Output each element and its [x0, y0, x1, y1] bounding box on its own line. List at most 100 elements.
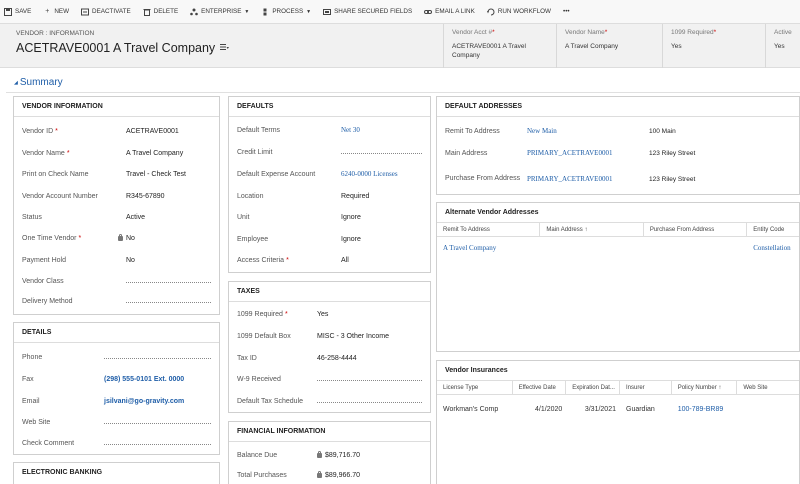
header-field-vendor-acct: Vendor Acct #* ACETRAVE0001 A Travel Com…	[443, 24, 555, 68]
column-web-site[interactable]: Web Site	[737, 381, 799, 395]
deactivate-button[interactable]: DEACTIVATE	[81, 8, 131, 16]
required-marker: *	[78, 234, 82, 242]
trash-icon	[143, 8, 151, 16]
summary-section-toggle[interactable]: ◢ Summary	[14, 77, 63, 88]
run-workflow-button[interactable]: RUN WORKFLOW	[486, 8, 551, 16]
electronic-banking-panel: ELECTRONIC BANKING	[13, 462, 220, 484]
column-main-address[interactable]: Main Address ↑	[540, 222, 644, 237]
required-marker: *	[286, 256, 289, 264]
required-marker: *	[713, 29, 717, 36]
share-icon	[323, 8, 332, 16]
empty-value[interactable]	[126, 281, 211, 283]
grid-header: License Type Effective Date Expiration D…	[437, 380, 799, 395]
share-secured-fields-button[interactable]: SHARE SECURED FIELDS	[323, 8, 412, 16]
page-title: ACETRAVE0001 A Travel Company	[16, 41, 216, 55]
field-access-criteria: Access Criteria * All	[237, 256, 349, 264]
empty-value[interactable]	[126, 301, 211, 303]
plus-icon: +	[45, 8, 50, 15]
column-license-type[interactable]: License Type	[437, 380, 513, 395]
defaults-panel: DEFAULTS Default Terms Net 30 Credit Limi…	[228, 96, 431, 273]
field-main-address: Main Address PRIMARY_ACETRAVE0001 123 Rile…	[445, 149, 696, 157]
required-marker: *	[492, 29, 495, 36]
column-policy-number[interactable]: Policy Number ↑	[672, 380, 738, 395]
field-purchase-from-address: Purchase From Address PRIMARY_ACETRAVE000…	[445, 175, 696, 183]
save-button[interactable]: SAVE	[4, 7, 31, 16]
required-marker: *	[55, 127, 58, 135]
column-remit-to-address[interactable]: Remit To Address	[437, 222, 541, 237]
collapse-icon: ◢	[14, 79, 18, 86]
empty-value[interactable]	[104, 422, 211, 424]
field-payment-hold: Payment Hold No	[22, 256, 135, 264]
column-expiration-date[interactable]: Expiration Dat...	[566, 380, 620, 395]
field-web-site: Web Site	[22, 416, 211, 428]
grid-header: Remit To Address Main Address ↑ Purchase…	[437, 222, 799, 237]
vendor-information-panel: VENDOR INFORMATION Vendor ID * ACETRAVE000…	[13, 96, 220, 315]
more-button[interactable]: •••	[563, 8, 570, 15]
field-vendor-name: Vendor Name * A Travel Company	[22, 149, 184, 157]
field-employee: Employee Ignore	[237, 235, 361, 243]
field-fax: Fax (298) 555-0101 Ext. 0000	[22, 375, 185, 383]
field-vendor-account-number: Vendor Account Number R345-67890	[22, 192, 165, 200]
taxes-panel: TAXES 1099 Required * Yes 1099 Default Box…	[228, 281, 431, 413]
command-bar: SAVE + NEW DEACTIVATE DELETE ENTERPRISE ▼ …	[0, 0, 800, 24]
panel-title: FINANCIAL INFORMATION	[229, 422, 430, 442]
field-tax-id: Tax ID 46-258-4444	[237, 354, 357, 362]
header-field-1099-required: 1099 Required* Yes	[662, 24, 764, 68]
panel-title: ELECTRONIC BANKING	[22, 469, 103, 476]
field-unit: Unit Ignore	[237, 213, 361, 221]
panel-title: Vendor Insurances	[437, 361, 799, 381]
empty-value[interactable]	[104, 357, 211, 359]
field-vendor-class: Vendor Class	[22, 275, 211, 287]
details-panel: DETAILS Phone Fax (298) 555-0101 Ext. 000…	[13, 322, 220, 455]
alternate-vendor-addresses-panel: Alternate Vendor Addresses Remit To Addr…	[436, 202, 800, 352]
financial-information-panel: FINANCIAL INFORMATION Balance Due $89,716…	[228, 421, 431, 484]
table-row[interactable]: Workman's Comp 4/1/2020 3/31/2021 Guardi…	[437, 402, 799, 416]
panel-title: VENDOR INFORMATION	[14, 97, 219, 117]
required-marker: *	[284, 310, 288, 318]
divider	[6, 92, 800, 93]
vendor-insurances-panel: Vendor Insurances License Type Effective…	[436, 360, 800, 484]
header-field-active: Active Yes	[765, 24, 800, 68]
field-vendor-id: Vendor ID * ACETRAVE0001	[22, 127, 179, 135]
field-1099-required: 1099 Required * Yes	[237, 310, 329, 318]
field-credit-limit: Credit Limit	[237, 146, 422, 158]
more-icon: •••	[562, 8, 570, 15]
empty-value[interactable]	[317, 401, 422, 403]
enterprise-icon	[190, 8, 198, 16]
enterprise-button[interactable]: ENTERPRISE ▼	[190, 8, 249, 16]
lock-icon	[317, 450, 322, 458]
process-button[interactable]: PROCESS ▼	[261, 8, 311, 16]
field-remit-to-address: Remit To Address New Main 100 Main	[445, 127, 676, 135]
field-default-expense-account: Default Expense Account 6240-0000 License…	[237, 170, 398, 178]
deactivate-icon	[81, 8, 90, 16]
field-balance-due: Balance Due $89,716.70	[237, 450, 361, 459]
panel-title: DEFAULT ADDRESSES	[437, 97, 799, 117]
empty-value[interactable]	[341, 152, 422, 154]
panel-title: Alternate Vendor Addresses	[437, 203, 799, 223]
email-link-button[interactable]: EMAIL A LINK	[424, 8, 475, 16]
field-location: Location Required	[237, 192, 370, 200]
field-total-purchases: Total Purchases $89,966.70	[237, 470, 361, 479]
field-status: Status Active	[22, 213, 146, 221]
column-entity-code[interactable]: Entity Code	[747, 223, 799, 237]
empty-value[interactable]	[317, 379, 422, 381]
default-addresses-panel: DEFAULT ADDRESSES Remit To Address New Ma…	[436, 96, 800, 195]
link-icon	[424, 8, 433, 16]
field-email: Email jsilvani@go-gravity.com	[22, 397, 185, 405]
required-marker: *	[66, 149, 70, 157]
field-default-terms: Default Terms Net 30	[237, 126, 360, 134]
column-insurer[interactable]: Insurer	[620, 380, 672, 395]
empty-value[interactable]	[104, 443, 211, 445]
chevron-down-icon: ▼	[306, 8, 312, 15]
field-phone: Phone	[22, 351, 211, 363]
panel-title: TAXES	[229, 282, 430, 302]
delete-button[interactable]: DELETE	[143, 8, 178, 16]
column-purchase-from-address[interactable]: Purchase From Address	[644, 222, 748, 237]
column-effective-date[interactable]: Effective Date	[513, 380, 567, 395]
panel-title: DEFAULTS	[229, 97, 430, 117]
field-1099-default-box: 1099 Default Box MISC - 3 Other Income	[237, 332, 389, 340]
new-button[interactable]: + NEW	[43, 8, 69, 16]
save-icon	[4, 7, 12, 16]
list-menu-icon[interactable]	[220, 43, 230, 53]
field-one-time-vendor: One Time Vendor * No	[22, 233, 135, 242]
